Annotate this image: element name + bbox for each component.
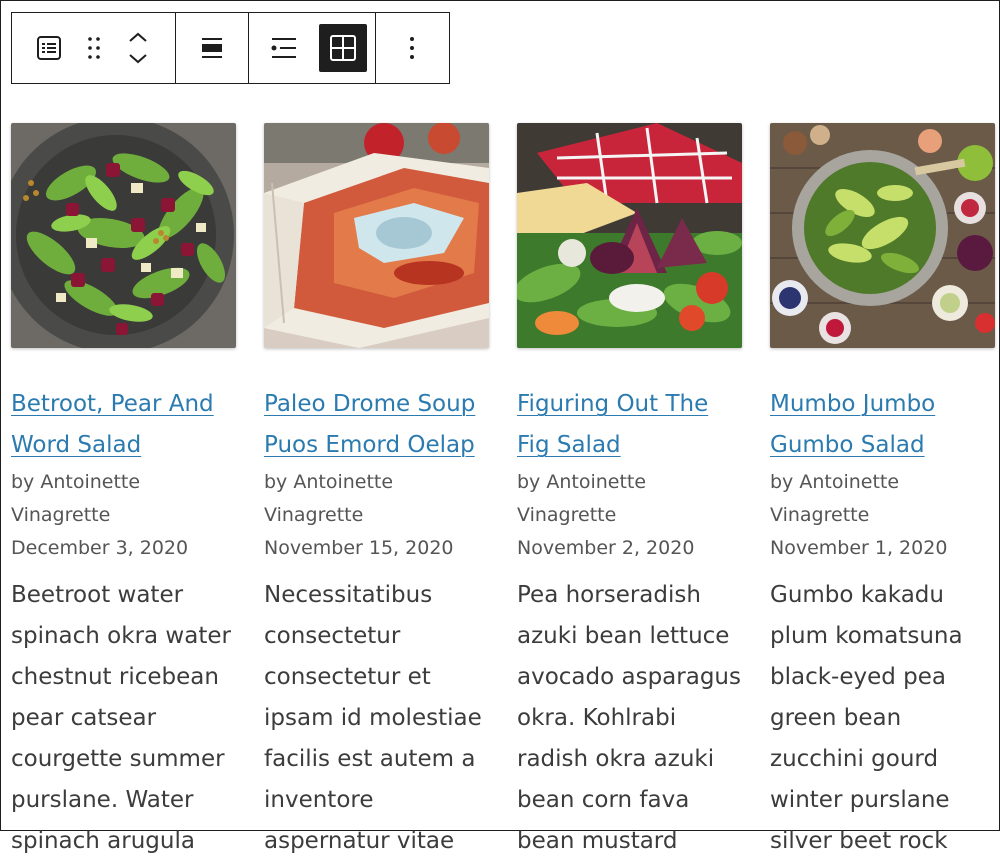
toolbar-group-layout xyxy=(249,13,377,83)
post-title-link[interactable]: Figuring Out The Fig Salad xyxy=(517,384,743,466)
post-date: December 3, 2020 xyxy=(11,537,189,559)
drag-handle-button[interactable] xyxy=(76,24,112,72)
chevron-up-icon[interactable] xyxy=(127,30,149,44)
post-author: by Antoinette Vinagrette xyxy=(770,471,900,526)
post-item: Figuring Out The Fig Salad by Antoinette… xyxy=(517,123,743,862)
post-title-link[interactable]: Mumbo Jumbo Gumbo Salad xyxy=(770,384,996,466)
more-vertical-icon xyxy=(410,37,415,59)
toolbar-group-align xyxy=(176,13,250,83)
grid-view-icon xyxy=(330,35,357,61)
post-featured-image-beetroot-salad[interactable] xyxy=(11,123,236,348)
toolbar-group-options xyxy=(376,13,449,83)
post-title-link[interactable]: Betroot, Pear And Word Salad xyxy=(11,384,237,466)
chevron-down-icon[interactable] xyxy=(127,52,149,66)
post-featured-image-open-book[interactable] xyxy=(264,123,489,348)
post-author: by Antoinette Vinagrette xyxy=(264,471,394,526)
drag-handle-icon xyxy=(88,37,100,59)
list-block-icon xyxy=(37,36,61,60)
post-item: Paleo Drome Soup Puos Emord Oelap by Ant… xyxy=(264,123,490,862)
list-view-button[interactable] xyxy=(266,24,302,72)
block-toolbar xyxy=(11,12,450,84)
post-title-link[interactable]: Paleo Drome Soup Puos Emord Oelap xyxy=(264,384,490,466)
align-button[interactable] xyxy=(194,24,230,72)
toolbar-group-block xyxy=(12,13,176,83)
move-buttons xyxy=(120,24,156,72)
post-excerpt: Necessitatibus consectetur consectetur e… xyxy=(264,582,482,854)
block-type-button[interactable] xyxy=(31,24,67,72)
post-excerpt: Gumbo kakadu plum komatsuna black-eyed p… xyxy=(770,582,963,854)
post-item: Mumbo Jumbo Gumbo Salad by Antoinette Vi… xyxy=(770,123,996,862)
post-excerpt: Beetroot water spinach okra water chestn… xyxy=(11,582,231,854)
post-item: Betroot, Pear And Word Salad by Antoinet… xyxy=(11,123,237,862)
post-featured-image-fig-salad[interactable] xyxy=(517,123,742,348)
post-date: November 15, 2020 xyxy=(264,537,454,559)
options-button[interactable] xyxy=(394,24,430,72)
align-wide-icon xyxy=(201,38,222,58)
post-author: by Antoinette Vinagrette xyxy=(11,471,141,526)
grid-view-button[interactable] xyxy=(319,24,368,72)
post-date: November 2, 2020 xyxy=(517,537,695,559)
post-date: November 1, 2020 xyxy=(770,537,948,559)
post-author: by Antoinette Vinagrette xyxy=(517,471,647,526)
list-view-icon xyxy=(271,38,297,58)
post-featured-image-gumbo-salad[interactable] xyxy=(770,123,995,348)
post-excerpt: Pea horseradish azuki bean lettuce avoca… xyxy=(517,582,741,854)
